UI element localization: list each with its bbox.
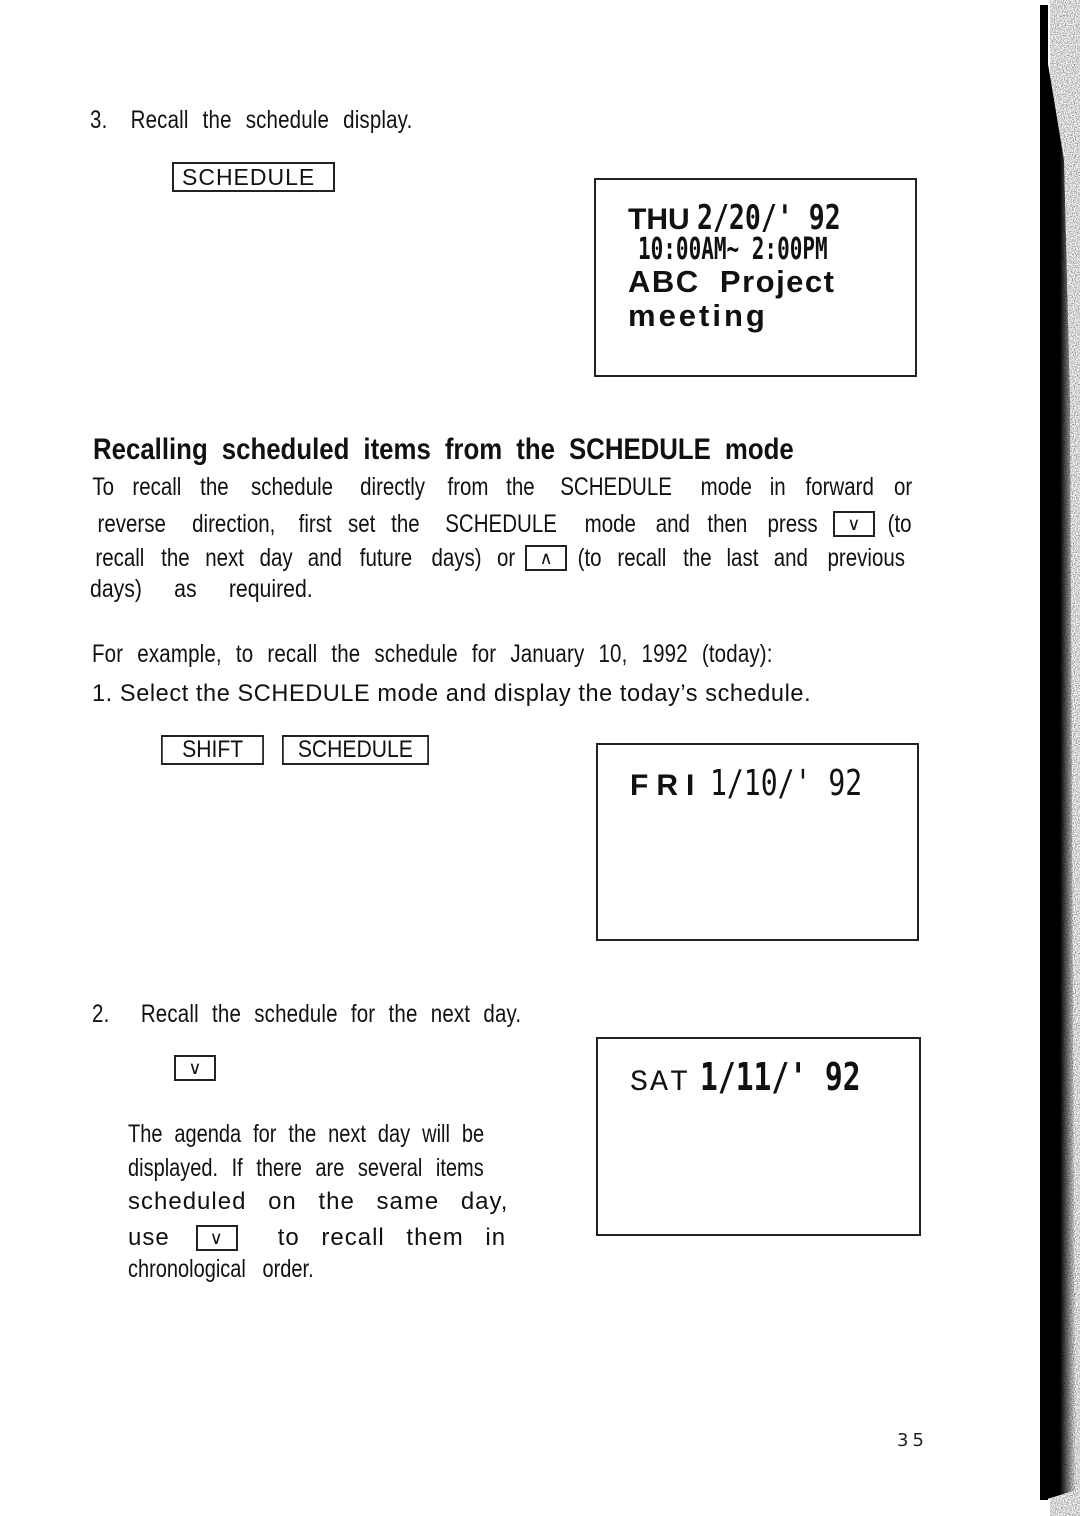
desc-line-2: displayed. If there are several items: [128, 1154, 484, 1182]
paragraph-word: last: [726, 543, 759, 572]
schedule-key: SCHEDULE: [282, 735, 430, 765]
schedule-key-label: SCHEDULE: [172, 162, 336, 192]
paragraph-word: schedule: [251, 473, 334, 501]
paragraph-word: the: [200, 473, 229, 501]
key-sequence: SHIFT SCHEDULE: [161, 735, 449, 765]
paragraph-word: future: [359, 543, 412, 572]
paragraph-word: set: [347, 509, 376, 538]
lcd-date-line: SAT 1/11/' 92: [630, 1055, 906, 1100]
paragraph-word: in: [769, 473, 786, 501]
paragraph-line-2: reverse direction, first set the SCHEDULE mode…: [90, 507, 914, 541]
paragraph-line-3: recall the next day and future days) or ∧ (to reca…: [90, 541, 914, 575]
paragraph-word: next: [204, 543, 244, 572]
paragraph-word: directly: [360, 473, 425, 501]
desc-use: use: [128, 1224, 170, 1251]
paragraph-word: the: [506, 473, 535, 501]
lcd-day: FRI: [630, 769, 703, 802]
paragraph-word: recall: [617, 543, 667, 572]
page-number: 35: [897, 1430, 928, 1451]
paragraph-word: then: [707, 509, 748, 538]
paragraph-word: forward: [805, 473, 874, 501]
step-text: Recall the schedule display.: [130, 106, 413, 134]
paragraph-word: (to: [577, 543, 602, 572]
shift-key: SHIFT: [161, 735, 265, 765]
manual-page: 3. Recall the schedule display. SCHEDULE…: [0, 0, 1080, 1516]
paragraph-word: direction,: [192, 509, 276, 538]
example-step1: 1. Select the SCHEDULE mode and display …: [92, 680, 812, 707]
up-key: ∧: [525, 545, 568, 571]
desc-line-1: The agenda for the next day will be: [128, 1120, 485, 1148]
paragraph-word: recall: [95, 543, 145, 572]
paragraph-word: reverse: [97, 509, 166, 538]
lcd-date: 1/10/' 92: [709, 763, 862, 804]
lcd-display-sat: SAT 1/11/' 92: [596, 1037, 921, 1236]
section-heading: Recalling scheduled items from the SCHED…: [93, 433, 794, 466]
paragraph-word: and: [773, 543, 808, 572]
paragraph-word: or: [496, 543, 516, 572]
paragraph-word: the: [160, 543, 190, 572]
paragraph-word: from: [447, 473, 489, 501]
schedule-key: SCHEDULE: [172, 162, 336, 192]
example-intro: For example, to recall the schedule for …: [92, 640, 773, 668]
step3-instruction: 3. Recall the schedule display.: [90, 106, 412, 135]
paragraph-word: and: [655, 509, 690, 538]
lcd-time-range: 10:00AM~ 2:00PM: [638, 232, 828, 267]
desc-line-3: scheduled on the same day,: [128, 1188, 509, 1215]
desc-line-5: chronological order.: [128, 1255, 314, 1283]
paragraph-word: (to: [887, 509, 912, 538]
paragraph-word: days): [431, 543, 482, 572]
lcd-display-thu: THU 2/20/' 92 10:00AM~ 2:00PM ABC Projec…: [594, 178, 917, 377]
desc-line-4: use ∨ to recall them in: [128, 1221, 538, 1255]
down-key: ∨: [832, 511, 875, 537]
paragraph-word: previous: [827, 543, 906, 572]
step2-instruction: 2. Recall the schedule for the next day.: [92, 1000, 521, 1029]
lcd-title-line2: meeting: [628, 298, 768, 333]
paragraph-word: the: [391, 509, 420, 538]
step-number: 2.: [92, 1000, 110, 1028]
lcd-title-line1: ABC Project: [628, 264, 836, 299]
lcd-date-line: FRI 1/10/' 92: [630, 763, 905, 804]
paragraph-word: day: [259, 543, 293, 572]
down-key-inline: ∨: [195, 1225, 238, 1251]
desc-recall-them: to recall them in: [277, 1224, 507, 1251]
paragraph-line-4: days) as required.: [90, 575, 313, 603]
lcd-date: 1/11/' 92: [700, 1055, 861, 1099]
paragraph-word: or: [893, 473, 912, 501]
paragraph-word: To: [92, 473, 115, 501]
down-key: ∨: [174, 1055, 216, 1081]
paragraph-word: recall: [132, 473, 182, 501]
lcd-display-fri: FRI 1/10/' 92: [596, 743, 919, 941]
step2-description: The agenda for the next day will be disp…: [128, 1120, 538, 1289]
paragraph-word: press: [767, 509, 818, 538]
paragraph-word: mode: [700, 473, 752, 501]
paragraph-word: mode: [584, 509, 636, 538]
paragraph-word: and: [307, 543, 343, 572]
paragraph-line-1: To recall the schedule directly from the SCHEDU…: [90, 473, 914, 507]
paragraph-word: SCHEDULE: [445, 509, 557, 538]
section-paragraph: To recall the schedule directly from the SCHEDU…: [90, 473, 914, 609]
paragraph-word: SCHEDULE: [560, 473, 673, 501]
paragraph-word: first: [298, 509, 332, 538]
lcd-day: SAT: [630, 1066, 691, 1100]
step-number: 3.: [90, 106, 108, 134]
paragraph-word: the: [683, 543, 712, 572]
down-key-label: ∨: [174, 1055, 216, 1081]
scan-binding-edge: [1040, 0, 1080, 1516]
step-text: Recall the schedule for the next day.: [140, 1000, 522, 1028]
lcd-time-line: 10:00AM~ 2:00PM: [638, 232, 909, 267]
